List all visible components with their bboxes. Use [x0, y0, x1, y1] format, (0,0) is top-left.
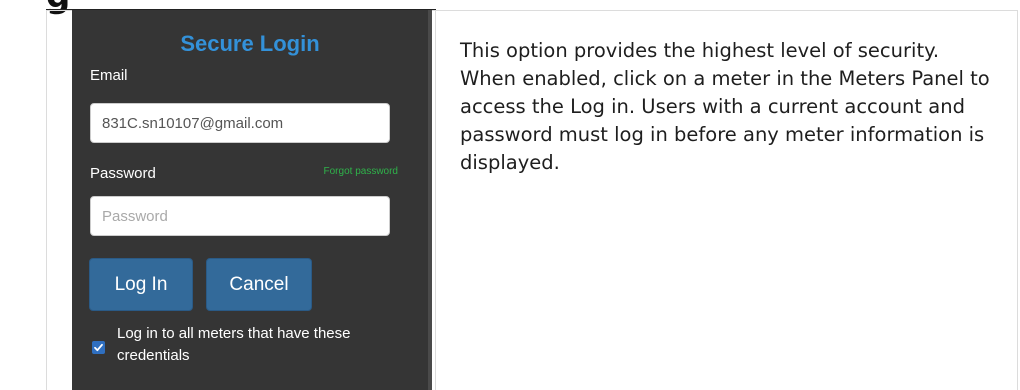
option-description: This option provides the highest level o…: [460, 39, 990, 174]
password-field[interactable]: [90, 196, 390, 236]
secure-login-panel: Secure Login Email Password Forgot passw…: [72, 10, 432, 390]
email-field[interactable]: [90, 103, 390, 143]
remember-credentials-checkbox[interactable]: [92, 341, 105, 354]
password-label: Password: [90, 165, 156, 182]
forgot-password-link[interactable]: Forgot password: [324, 166, 398, 177]
log-in-button[interactable]: Log In: [89, 258, 193, 311]
cancel-button[interactable]: Cancel: [206, 258, 312, 311]
table-column-divider: [435, 10, 436, 390]
remember-credentials-label: Log in to all meters that have these cre…: [117, 325, 351, 364]
email-label: Email: [90, 67, 128, 84]
panel-title: Secure Login: [180, 31, 320, 56]
checkmark-icon: [94, 343, 103, 352]
